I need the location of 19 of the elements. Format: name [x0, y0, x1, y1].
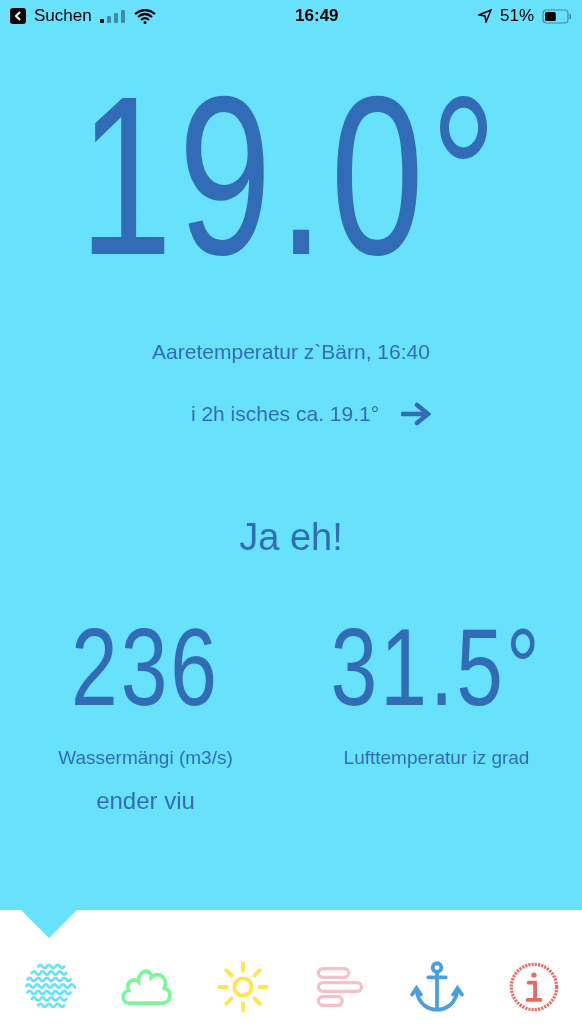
arrow-right-icon[interactable] — [401, 402, 432, 426]
stat-value: 236 — [70, 612, 221, 722]
wifi-icon — [133, 8, 156, 24]
signal-icon — [99, 9, 126, 23]
location-icon — [477, 9, 492, 23]
forecast-text: i 2h isches ca. 19.1° — [190, 402, 380, 426]
battery-percent: 51% — [499, 6, 534, 26]
verdict-text: Ja eh! — [239, 516, 343, 559]
temperature-caption: Aaretemperatur z`Bärn, 16:40 — [152, 340, 430, 364]
back-label[interactable]: Suchen — [34, 6, 92, 26]
stat-label: Wassermängi (m3/s) — [58, 747, 233, 769]
stat-label: Lufttemperatur iz grad — [343, 747, 530, 769]
stat-note: ender viu — [96, 787, 195, 815]
clock-time: 16:49 — [295, 6, 339, 26]
back-icon[interactable] — [10, 8, 26, 24]
anchor-icon[interactable] — [409, 959, 464, 1014]
stat-value: 31.5° — [330, 612, 543, 722]
battery-icon — [542, 8, 572, 24]
water-temperature: 19.0° — [78, 62, 504, 290]
